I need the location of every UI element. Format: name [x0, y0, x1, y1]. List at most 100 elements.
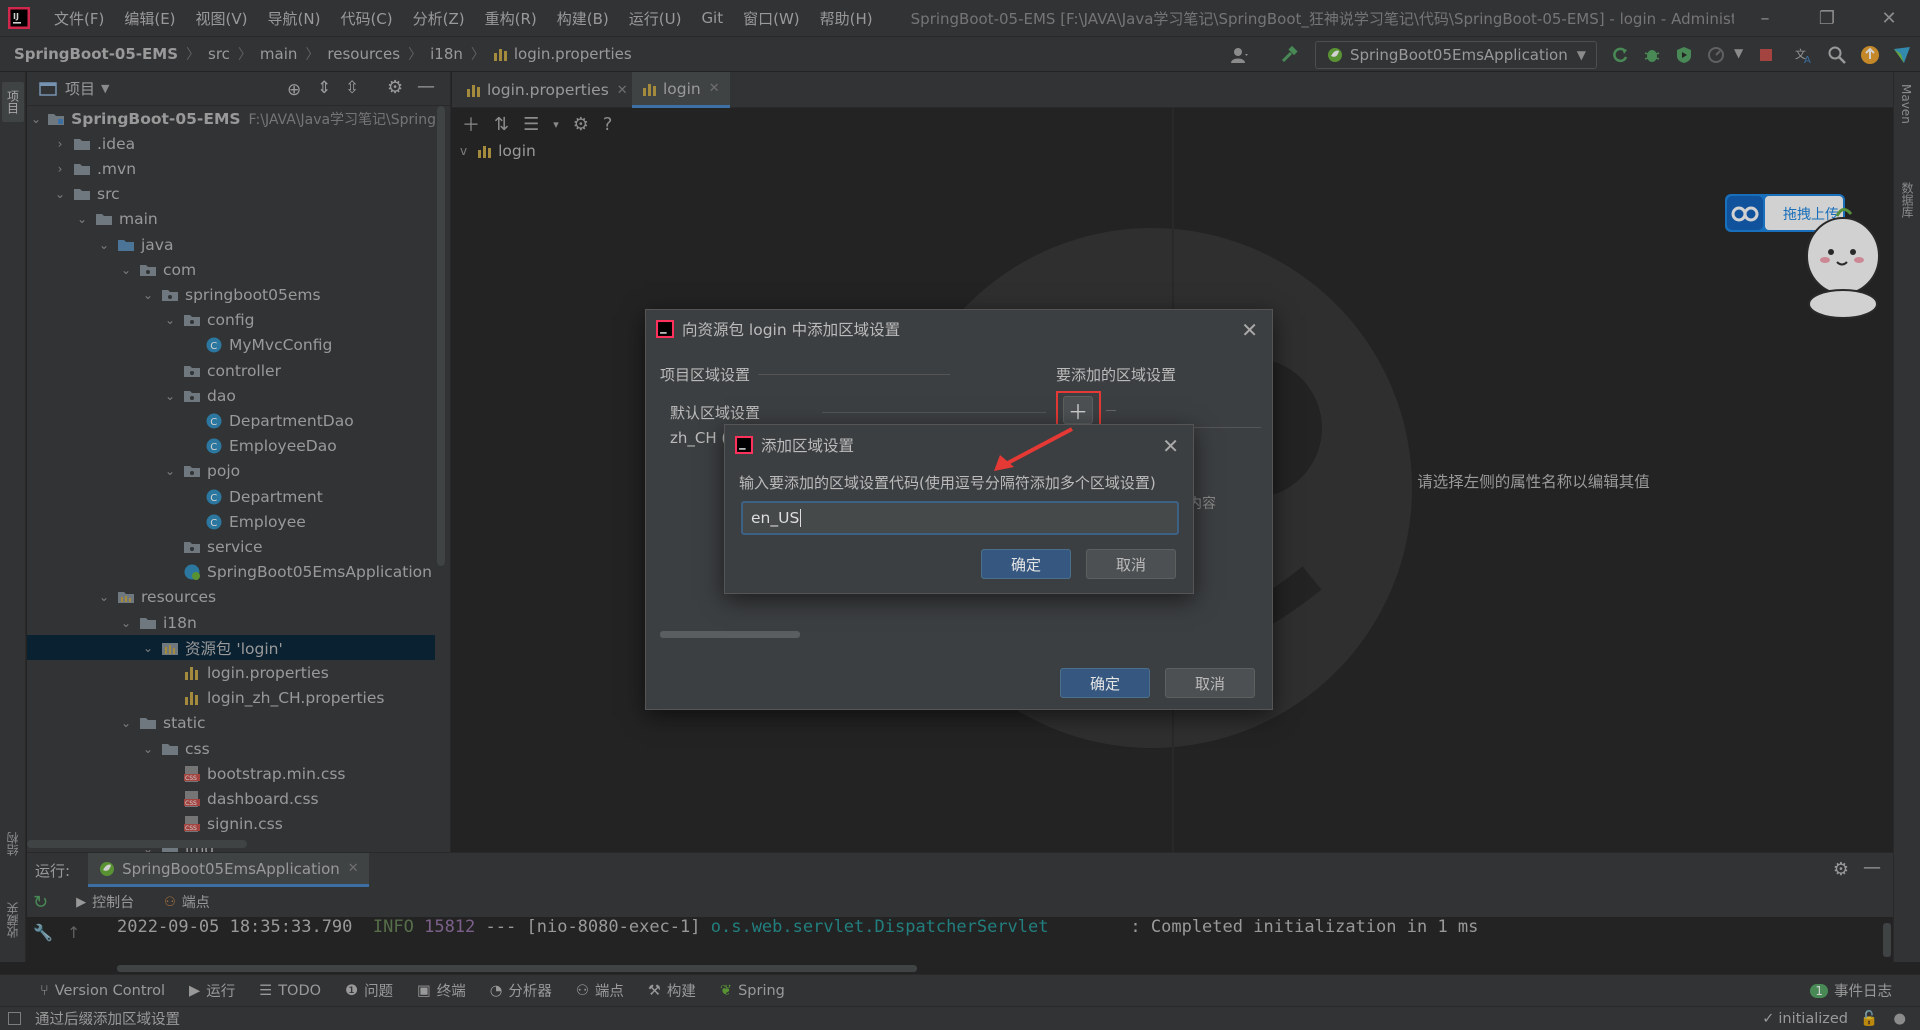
- chevron-down-icon[interactable]: ⌄: [119, 263, 133, 277]
- chevron-down-icon[interactable]: ⌄: [119, 716, 133, 730]
- event-log-tool[interactable]: 1 事件日志: [1810, 980, 1892, 1001]
- menu-window[interactable]: 窗口(W): [733, 8, 810, 29]
- translate-icon[interactable]: 文A: [1794, 45, 1814, 65]
- gear-icon[interactable]: ⚙: [1833, 859, 1849, 880]
- tree-item[interactable]: ⌄ 资源包 'login': [27, 635, 435, 661]
- run-tool[interactable]: ▶ 运行: [189, 980, 235, 1001]
- tree-item[interactable]: C EmployeeDao: [27, 434, 435, 459]
- sort-icon[interactable]: ⇅: [494, 114, 509, 135]
- console-tab[interactable]: ▶ 控制台: [76, 892, 134, 912]
- tree-item[interactable]: ⌄ src: [27, 182, 435, 207]
- tree-item[interactable]: SpringBoot05EmsApplication: [27, 560, 435, 585]
- breadcrumb-i18n[interactable]: i18n: [430, 45, 463, 63]
- menu-navigate[interactable]: 导航(N): [258, 8, 331, 29]
- tree-item[interactable]: ⌄ pojo: [27, 459, 435, 484]
- user-icon[interactable]: [1230, 45, 1250, 65]
- chevron-down-icon[interactable]: ⌄: [97, 590, 111, 604]
- tree-item[interactable]: C MyMvcConfig: [27, 333, 435, 358]
- expand-all-icon[interactable]: ⇕: [317, 78, 331, 98]
- run-config-tab[interactable]: SpringBoot05EmsApplication ✕: [88, 853, 369, 887]
- stop-icon[interactable]: [1756, 45, 1776, 65]
- tree-horizontal-scrollbar[interactable]: [27, 840, 247, 848]
- minimize-button[interactable]: –: [1734, 8, 1796, 29]
- menu-file[interactable]: 文件(F): [44, 8, 114, 29]
- breadcrumb-project[interactable]: SpringBoot-05-EMS: [14, 45, 178, 63]
- version-control-tool[interactable]: ⑂ Version Control: [40, 983, 165, 999]
- todo-tool[interactable]: ☰ TODO: [259, 983, 321, 999]
- build-hammer-icon[interactable]: [1280, 45, 1300, 65]
- tree-item[interactable]: ⌄ springboot05ems: [27, 282, 435, 307]
- tree-item[interactable]: ⌄ java: [27, 232, 435, 257]
- tab-login-properties[interactable]: login.properties ✕: [456, 72, 638, 108]
- project-panel-title[interactable]: 项目: [65, 78, 95, 99]
- chevron-down-icon[interactable]: ▼: [1734, 46, 1743, 60]
- tree-item[interactable]: login.properties: [27, 660, 435, 685]
- tree-item[interactable]: ⌄ SpringBoot-05-EMS F:\JAVA\Java学习笔记\Sprin…: [27, 106, 446, 131]
- menu-git[interactable]: Git: [691, 9, 733, 27]
- chevron-down-icon[interactable]: ⌄: [53, 187, 67, 201]
- tree-item[interactable]: ⌄ main: [27, 207, 435, 232]
- close-icon[interactable]: ✕: [1162, 434, 1179, 458]
- menu-run[interactable]: 运行(U): [619, 8, 692, 29]
- structure-tool-button[interactable]: 结构: [4, 832, 21, 856]
- add-locale-button[interactable]: ＋: [1063, 396, 1093, 424]
- menu-view[interactable]: 视图(V): [186, 8, 258, 29]
- debug-icon[interactable]: [1642, 45, 1662, 65]
- wrench-icon[interactable]: 🔧: [33, 919, 53, 947]
- tree-item[interactable]: › .mvn: [27, 156, 435, 181]
- chevron-right-icon[interactable]: ›: [53, 137, 67, 151]
- endpoints-tool[interactable]: ⚇ 端点: [576, 980, 624, 1001]
- restore-button[interactable]: ❐: [1796, 8, 1858, 29]
- console-horizontal-scrollbar[interactable]: [117, 965, 917, 972]
- cancel-button[interactable]: 取消: [1086, 549, 1176, 579]
- chevron-down-icon[interactable]: ⌄: [163, 313, 177, 327]
- list-item[interactable]: 默认区域设置: [670, 402, 760, 423]
- chevron-down-icon[interactable]: ⌄: [141, 288, 155, 302]
- coverage-icon[interactable]: [1674, 45, 1694, 65]
- chevron-right-icon[interactable]: ›: [53, 162, 67, 176]
- tree-item[interactable]: › .idea: [27, 131, 435, 156]
- lock-icon[interactable]: 🔓: [1860, 1010, 1878, 1027]
- tree-item[interactable]: ⌄ css: [27, 736, 435, 761]
- close-icon[interactable]: ✕: [709, 81, 720, 96]
- spring-tool[interactable]: ❦ Spring: [720, 983, 785, 999]
- gear-icon[interactable]: ⚙: [573, 114, 589, 135]
- ok-button[interactable]: 确定: [1060, 668, 1150, 698]
- chevron-down-icon[interactable]: ⌄: [31, 112, 41, 126]
- chevron-down-icon[interactable]: ⌄: [163, 464, 177, 478]
- tree-item[interactable]: login_zh_CH.properties: [27, 686, 435, 711]
- horizontal-scrollbar[interactable]: [660, 631, 800, 638]
- rerun-icon[interactable]: ↻: [33, 892, 48, 913]
- gear-icon[interactable]: ⚙: [387, 77, 403, 98]
- breadcrumb-src[interactable]: src: [208, 45, 230, 63]
- tree-item[interactable]: C DepartmentDao: [27, 408, 435, 433]
- menu-help[interactable]: 帮助(H): [810, 8, 883, 29]
- endpoints-tab[interactable]: ⚇ 端点: [164, 892, 210, 912]
- cancel-button[interactable]: 取消: [1165, 668, 1255, 698]
- project-tool-button[interactable]: 项目: [2, 82, 24, 122]
- scroll-up-icon[interactable]: ↑: [67, 919, 80, 947]
- tree-item[interactable]: CSS bootstrap.min.css: [27, 761, 435, 786]
- menu-edit[interactable]: 编辑(E): [114, 8, 185, 29]
- breadcrumb-file[interactable]: login.properties: [514, 45, 632, 63]
- tree-item[interactable]: C Department: [27, 484, 435, 509]
- profiler-tool[interactable]: ◔ 分析器: [490, 980, 552, 1001]
- search-icon[interactable]: [1827, 45, 1847, 65]
- chevron-down-icon[interactable]: ⌄: [141, 742, 155, 756]
- chevron-down-icon[interactable]: ⌄: [119, 616, 133, 630]
- tree-item[interactable]: service: [27, 534, 435, 559]
- profiler-icon[interactable]: [1706, 45, 1726, 65]
- hide-panel-icon[interactable]: —: [1863, 857, 1881, 878]
- tree-item[interactable]: CSS dashboard.css: [27, 786, 435, 811]
- help-icon[interactable]: ?: [603, 114, 613, 135]
- database-tool-button[interactable]: 数据库: [1899, 182, 1916, 218]
- chevron-down-icon[interactable]: ▾: [553, 118, 559, 131]
- tree-item[interactable]: C Employee: [27, 509, 435, 534]
- problems-tool[interactable]: ❶ 问题: [345, 980, 393, 1001]
- tree-item[interactable]: ⌄ com: [27, 257, 435, 282]
- close-icon[interactable]: ✕: [617, 83, 628, 98]
- chevron-down-icon[interactable]: ⌄: [163, 389, 177, 403]
- menu-refactor[interactable]: 重构(R): [475, 8, 547, 29]
- breadcrumb-main[interactable]: main: [260, 45, 297, 63]
- run-configuration-select[interactable]: SpringBoot05EmsApplication ▼: [1315, 41, 1597, 69]
